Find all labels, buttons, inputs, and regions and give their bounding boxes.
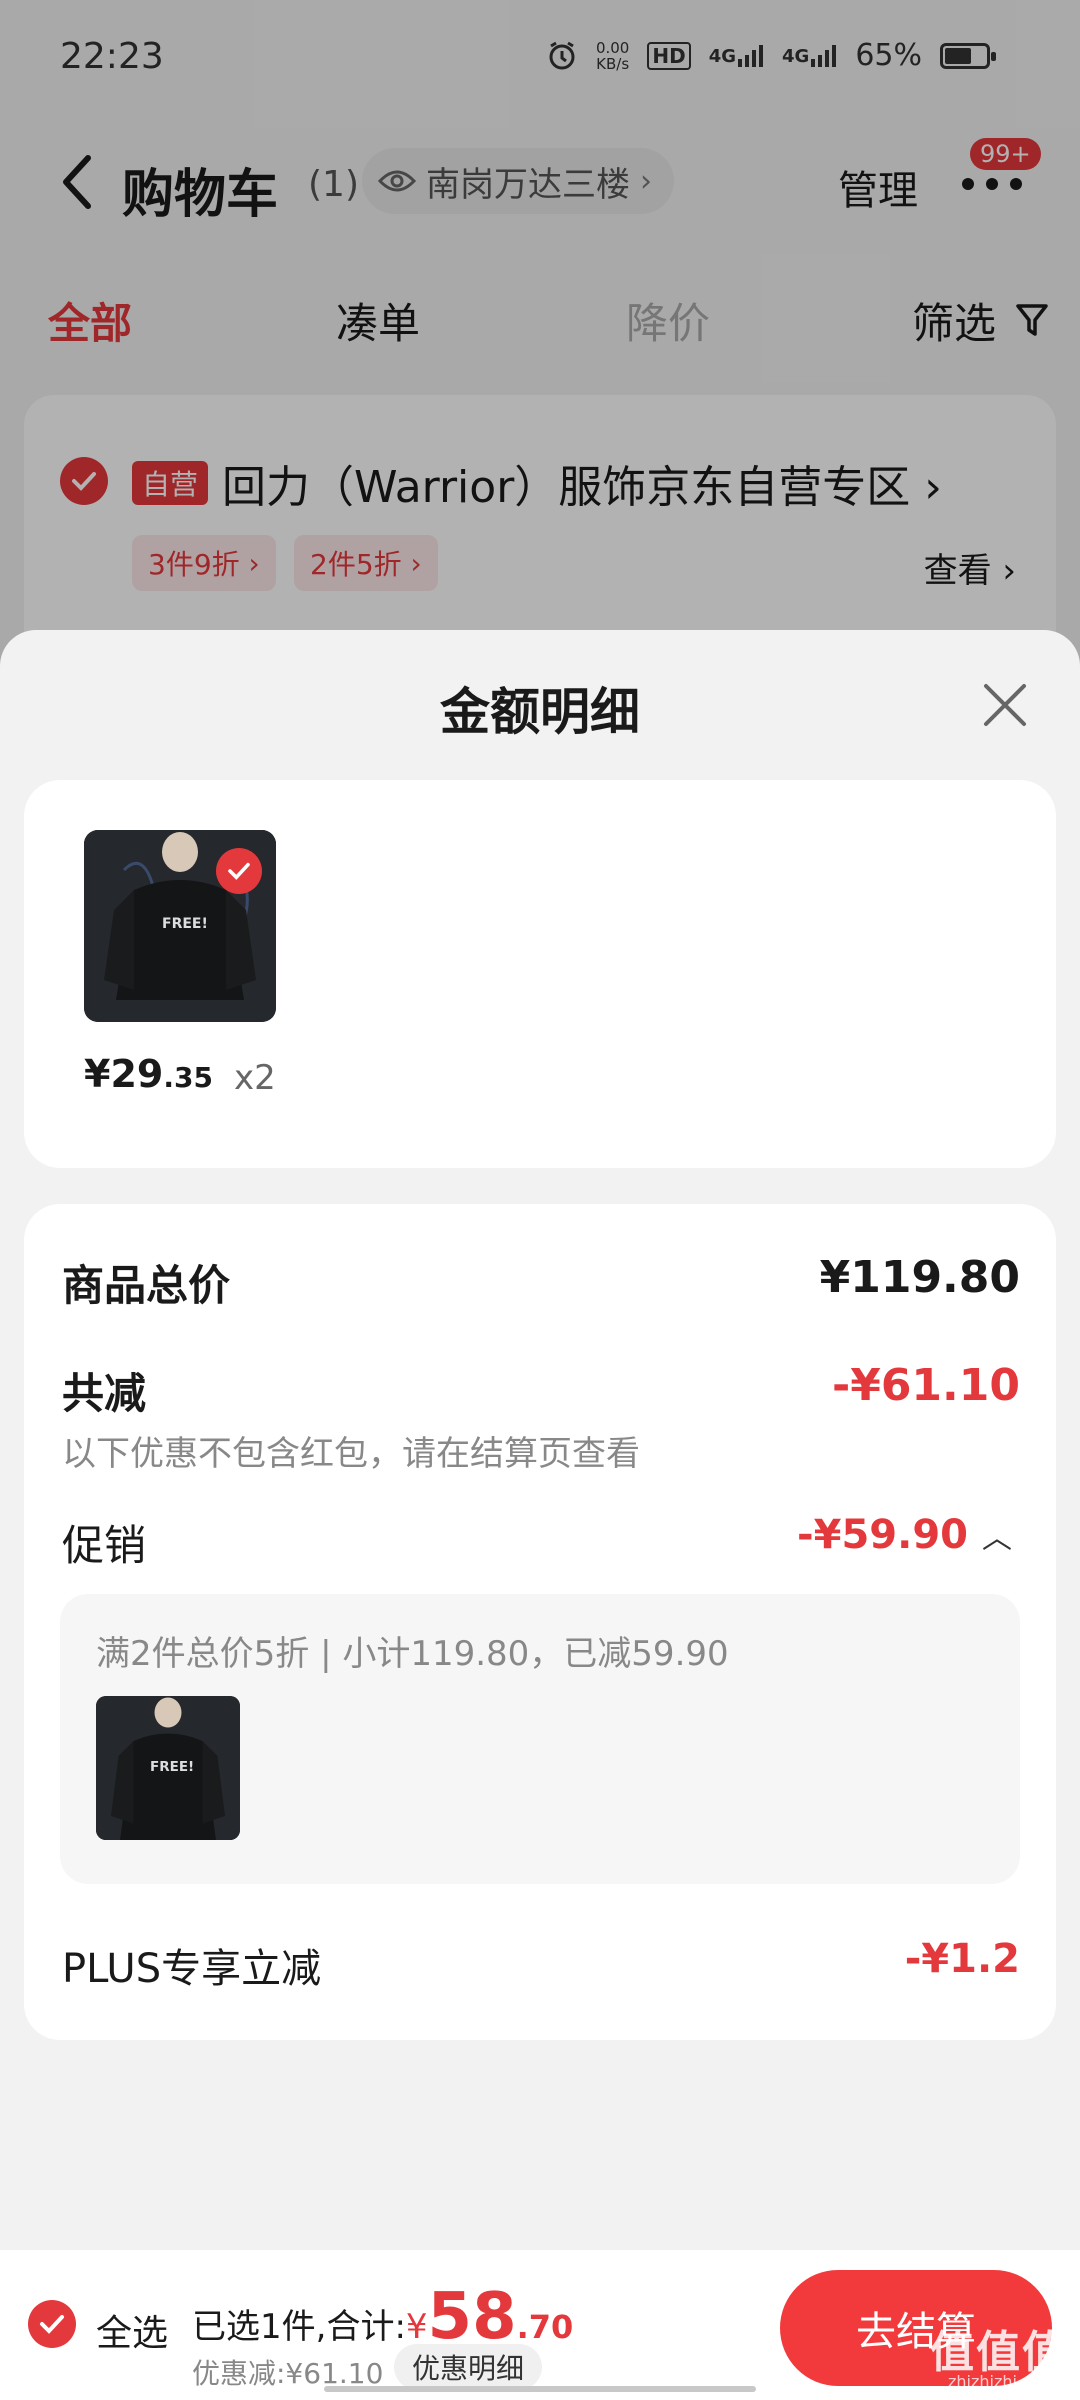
total-summary: 已选1件,合计:¥58.70: [192, 2280, 573, 2354]
select-all-label[interactable]: 全选: [96, 2304, 168, 2356]
plus-value: -¥1.2: [904, 1936, 1020, 1982]
shirt-print-text: FREE!: [162, 916, 208, 932]
reduce-note: 以下优惠不包含红包，请在结算页查看: [62, 1434, 640, 1474]
promo-product-thumbnail[interactable]: FREE!: [96, 1696, 240, 1840]
summary-yen: ¥: [405, 2307, 428, 2347]
product-thumbnail[interactable]: FREE!: [84, 830, 276, 1022]
discount-detail-button[interactable]: 优惠明细: [394, 2344, 543, 2390]
total-value: ¥119.80: [819, 1252, 1020, 1303]
promo-description: 满2件总价5折 | 小计119.80，已减59.90: [96, 1634, 729, 1674]
summary-prefix: 已选1件,合计:: [192, 2307, 406, 2347]
price-breakdown-card: 商品总价 ¥119.80 共减 -¥61.10 以下优惠不包含红包，请在结算页查…: [24, 1204, 1056, 2040]
summary-amount-dec: .70: [516, 2308, 574, 2346]
plus-label: PLUS专享立减: [62, 1946, 322, 1992]
reduce-label: 共减: [62, 1369, 147, 1418]
sheet-title: 金额明细: [440, 683, 640, 741]
watermark-logo: 值值值: [930, 2327, 1068, 2378]
summary-amount-int: 58: [427, 2280, 517, 2354]
item-price: ¥29.35: [84, 1052, 213, 1096]
checkout-bar: 全选 已选1件,合计:¥58.70 优惠减:¥61.10 优惠明细 去结算: [0, 2250, 1080, 2400]
promo-label: 促销: [62, 1521, 147, 1570]
reduce-value: -¥61.10: [831, 1360, 1020, 1411]
item-quantity: x2: [234, 1058, 276, 1098]
sweatshirt-image: FREE!: [96, 1696, 240, 1840]
shirt-print-text: FREE!: [150, 1759, 194, 1775]
total-label: 商品总价: [62, 1261, 231, 1310]
promo-detail-box: 满2件总价5折 | 小计119.80，已减59.90 FREE!: [60, 1594, 1020, 1884]
price-detail-sheet: 金额明细 FREE! ¥29.35 x2 商品总价 ¥119.80 共减 -¥6…: [0, 630, 1080, 2400]
home-indicator[interactable]: [324, 2386, 756, 2392]
watermark-url: zhizhizhi.com: [948, 2372, 1057, 2391]
chevron-up-icon: ︿: [982, 1521, 1012, 1556]
promo-value: -¥59.90: [797, 1512, 968, 1558]
promo-toggle[interactable]: -¥59.90 ︿: [797, 1512, 1012, 1558]
selected-items-card: FREE! ¥29.35 x2: [24, 780, 1056, 1168]
item-price-int: 29: [110, 1052, 164, 1096]
close-icon[interactable]: [980, 680, 1030, 730]
item-price-symbol: ¥: [84, 1052, 111, 1096]
item-price-dec: .35: [163, 1061, 213, 1094]
item-check-icon[interactable]: [216, 848, 262, 894]
select-all-check-icon[interactable]: [28, 2300, 76, 2348]
